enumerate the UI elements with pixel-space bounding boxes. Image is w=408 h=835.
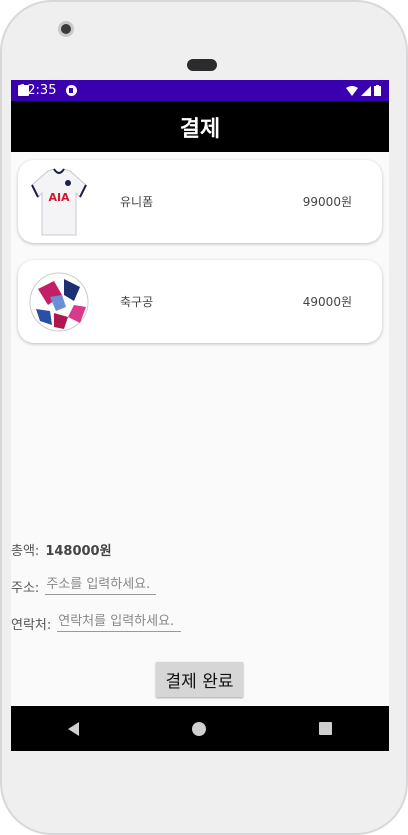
notification-icon bbox=[66, 85, 78, 96]
contact-field[interactable] bbox=[57, 614, 182, 632]
contact-row: 연락처: bbox=[11, 609, 389, 637]
checkout-form: 총액: 148000원 주소: 연락처: bbox=[11, 535, 389, 637]
address-field[interactable] bbox=[45, 577, 157, 595]
soccer-ball-icon bbox=[28, 266, 90, 338]
contact-label: 연락처: bbox=[11, 617, 52, 633]
address-label: 주소: bbox=[11, 580, 40, 596]
jersey-icon: AIA bbox=[28, 166, 90, 238]
item-price: 49000원 bbox=[302, 295, 352, 309]
sim-card-icon bbox=[18, 85, 29, 96]
page-title: 결제 bbox=[179, 116, 221, 142]
speaker-grille bbox=[187, 59, 217, 71]
navigation-bar bbox=[11, 706, 389, 751]
contact-input[interactable] bbox=[58, 614, 180, 629]
cart-item[interactable]: 축구공 49000원 bbox=[18, 260, 382, 343]
address-input[interactable] bbox=[46, 577, 155, 592]
total-label: 총액: bbox=[11, 543, 40, 559]
status-icons bbox=[346, 85, 381, 96]
cart-item[interactable]: AIA 유니폼 99000원 bbox=[18, 160, 382, 243]
svg-text:AIA: AIA bbox=[48, 191, 70, 204]
item-name: 유니폼 bbox=[120, 195, 154, 209]
app-screen: 12:35 결제 AIA 유니폼 99000원 축구공 49000원 총액: 1… bbox=[11, 80, 389, 751]
camera-icon bbox=[58, 21, 74, 37]
battery-icon bbox=[374, 85, 381, 96]
total-value: 148000원 bbox=[45, 543, 112, 559]
status-bar: 12:35 bbox=[11, 80, 389, 101]
recent-apps-icon[interactable] bbox=[319, 722, 333, 735]
home-icon[interactable] bbox=[191, 721, 206, 736]
app-bar: 결제 bbox=[11, 101, 389, 152]
wifi-icon bbox=[346, 85, 358, 96]
total-row: 총액: 148000원 bbox=[11, 535, 389, 563]
item-name: 축구공 bbox=[120, 295, 154, 309]
complete-payment-button[interactable]: 결제 완료 bbox=[156, 662, 243, 697]
address-row: 주소: bbox=[11, 572, 389, 600]
signal-icon bbox=[361, 85, 371, 96]
item-price: 99000원 bbox=[302, 195, 352, 209]
back-icon[interactable] bbox=[67, 721, 79, 736]
